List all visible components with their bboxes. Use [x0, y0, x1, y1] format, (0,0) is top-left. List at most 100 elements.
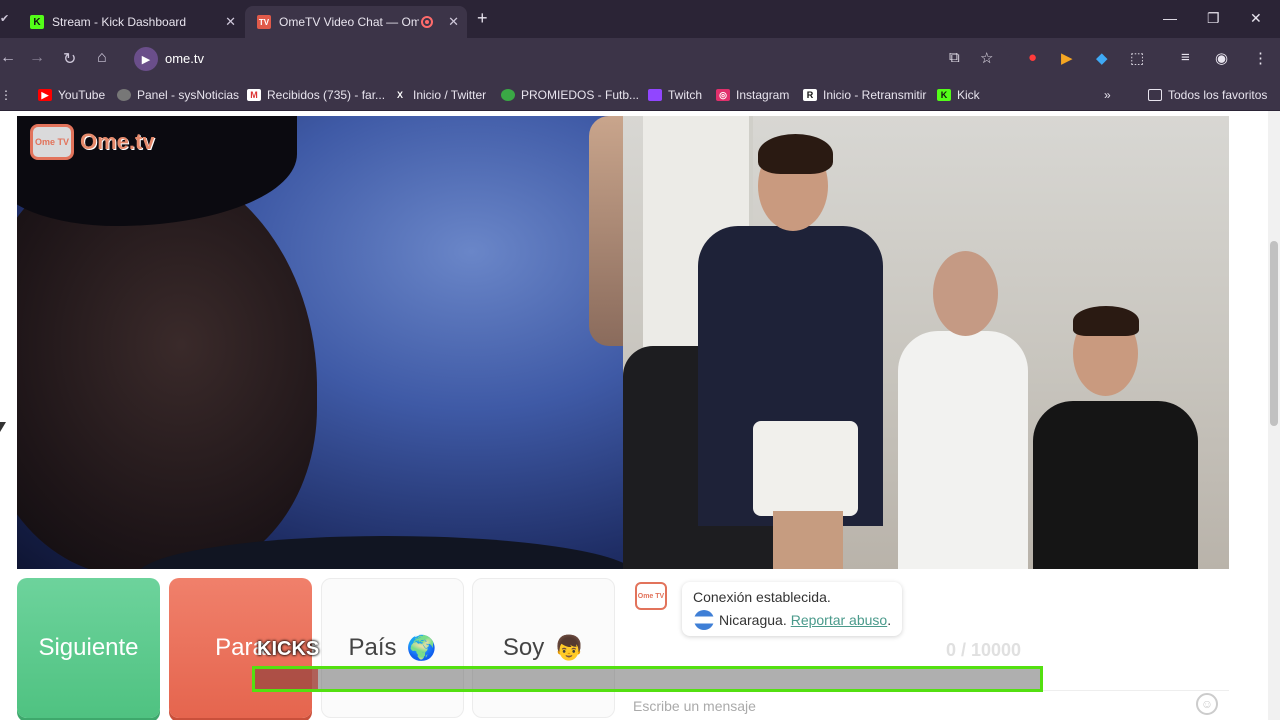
bookmark-label: Inicio / Twitter: [413, 88, 487, 102]
page-scrollbar[interactable]: [1268, 111, 1280, 720]
scrollbar-thumb[interactable]: [1270, 241, 1278, 426]
tab-ometv[interactable]: TV OmeTV Video Chat — Ome ✕: [245, 6, 467, 38]
gender-button[interactable]: Soy 👦: [472, 578, 615, 718]
menu-icon[interactable]: ⋮: [1253, 49, 1268, 67]
local-person-hand: [589, 116, 623, 346]
home-icon[interactable]: ⌂: [97, 49, 107, 67]
remote-person-3: [1033, 401, 1198, 569]
new-tab-icon[interactable]: +: [477, 8, 488, 29]
minimize-icon[interactable]: —: [1163, 10, 1177, 26]
extension-play-icon[interactable]: ▶: [1061, 49, 1073, 67]
message-input[interactable]: [633, 696, 1173, 716]
mouse-cursor-icon: [0, 422, 6, 432]
reload-icon[interactable]: ↻: [63, 49, 76, 69]
bookmark-twitter[interactable]: X Inicio / Twitter: [393, 88, 486, 102]
close-tab-icon[interactable]: ✕: [225, 14, 236, 30]
bookmarks-bar: ⋮ ▶ YouTube Panel - sysNoticias M Recibi…: [0, 80, 1280, 111]
tab-title: OmeTV Video Chat — Ome: [279, 15, 419, 29]
kick-icon: K: [937, 89, 951, 101]
bookmark-label: Inicio - Retransmitir: [823, 88, 927, 102]
ometv-avatar-icon: Ome TV: [635, 582, 667, 610]
ball-icon: [501, 89, 515, 101]
boy-emoji-icon: 👦: [554, 634, 585, 662]
extension-blue-icon[interactable]: ◆: [1096, 49, 1108, 67]
bookmark-star-icon[interactable]: ☆: [980, 49, 993, 67]
message-char-counter: 0 / 10000: [946, 640, 1022, 660]
next-button-label: Siguiente: [38, 634, 139, 661]
recording-icon: [421, 16, 433, 28]
gender-button-label: Soy: [502, 634, 545, 661]
kicks-progress-bar: [252, 666, 1043, 692]
bookmark-restream[interactable]: R Inicio - Retransmitir: [803, 88, 926, 102]
remote-person-2: [898, 331, 1028, 569]
remote-video: [623, 116, 1229, 569]
remote-person-1-legs: [773, 511, 843, 569]
kicks-progress-fill: [255, 669, 318, 689]
ometv-favicon-icon: TV: [257, 15, 271, 29]
extensions-icon[interactable]: ⬚: [1130, 49, 1144, 67]
report-suffix: .: [887, 612, 892, 628]
partner-country: Nicaragua.: [719, 612, 787, 628]
profile-avatar-icon[interactable]: ◉: [1215, 49, 1228, 67]
bookmark-label: Kick: [957, 88, 980, 102]
remote-person-3-hair: [1073, 306, 1139, 336]
country-button-label: País: [348, 634, 397, 661]
all-bookmarks-folder[interactable]: Todos los favoritos: [1148, 88, 1267, 102]
forward-icon[interactable]: →: [29, 49, 45, 67]
kicks-overlay-label: KICKS: [257, 638, 320, 660]
bookmark-instagram[interactable]: ◎ Instagram: [716, 88, 789, 102]
close-window-icon[interactable]: ✕: [1250, 10, 1262, 27]
gmail-icon: M: [247, 89, 261, 101]
partner-country-line: Nicaragua. Reportar abuso .: [694, 610, 891, 630]
extension-red-icon[interactable]: ●: [1028, 49, 1037, 66]
bookmark-panel[interactable]: Panel - sysNoticias: [117, 88, 239, 102]
report-abuse-link[interactable]: Reportar abuso: [791, 612, 888, 628]
site-info-icon[interactable]: ▶: [134, 47, 158, 71]
globe-icon: [117, 89, 131, 101]
bookmark-label: Todos los favoritos: [1168, 88, 1268, 102]
bookmark-label: Instagram: [736, 88, 790, 102]
remote-person-2-head: [933, 251, 998, 336]
bookmark-label: Panel - sysNoticias: [137, 88, 240, 102]
back-icon[interactable]: ←: [0, 49, 16, 67]
logo-text: Ome.tv: [80, 129, 155, 154]
remote-person-1-hair: [758, 134, 833, 174]
bookmark-promiedos[interactable]: PROMIEDOS - Futb...: [501, 88, 639, 102]
next-button[interactable]: Siguiente: [17, 578, 160, 718]
tab-title: Stream - Kick Dashboard: [52, 15, 187, 29]
remote-person-1-shorts: [753, 421, 858, 516]
globe-emoji-icon: 🌍: [406, 634, 437, 662]
instagram-icon: ◎: [716, 89, 730, 101]
restore-icon[interactable]: ❐: [1207, 10, 1220, 27]
logo-tv-icon: Ome TV: [30, 124, 74, 160]
more-bookmarks-icon[interactable]: »: [1104, 88, 1111, 102]
media-control-icon[interactable]: ≡: [1181, 49, 1190, 66]
youtube-icon: ▶: [38, 89, 52, 101]
omnibox[interactable]: [130, 44, 1010, 74]
twitch-icon: [648, 89, 662, 101]
ometv-logo: Ome TV Ome.tv: [30, 124, 155, 160]
bookmark-gmail[interactable]: M Recibidos (735) - far...: [247, 88, 385, 102]
nicaragua-flag-icon: [694, 610, 714, 630]
bookmark-label: PROMIEDOS - Futb...: [521, 88, 640, 102]
tab-search-icon[interactable]: ✔: [0, 12, 9, 25]
close-tab-icon[interactable]: ✕: [448, 14, 459, 30]
bookmark-twitch[interactable]: Twitch: [648, 88, 702, 102]
country-filter-button[interactable]: País 🌍: [321, 578, 464, 718]
install-app-icon[interactable]: ⧉: [949, 49, 960, 66]
bookmark-kick[interactable]: K Kick: [937, 88, 980, 102]
browser-tab-bar: ✔ K Stream - Kick Dashboard ✕ TV OmeTV V…: [0, 0, 1280, 38]
x-icon: X: [396, 90, 403, 100]
url-text[interactable]: ome.tv: [165, 51, 204, 66]
local-video: [17, 116, 623, 569]
bookmark-label: Twitch: [668, 88, 703, 102]
tab-kick-dashboard[interactable]: K Stream - Kick Dashboard ✕: [18, 6, 244, 38]
bookmark-label: YouTube: [58, 88, 106, 102]
bookmark-youtube[interactable]: ▶ YouTube: [38, 88, 105, 102]
emoji-picker-icon[interactable]: ☺: [1196, 693, 1218, 715]
address-bar: ← → ↻ ⌂ ▶ ome.tv ⧉ ☆ ● ▶ ◆ ⬚ ≡ ◉ ⋮: [0, 38, 1280, 80]
bookmark-label: Recibidos (735) - far...: [267, 88, 386, 102]
connection-status-text: Conexión establecida.: [693, 589, 831, 605]
apps-icon[interactable]: ⋮: [0, 88, 12, 102]
restream-icon: R: [803, 89, 817, 101]
